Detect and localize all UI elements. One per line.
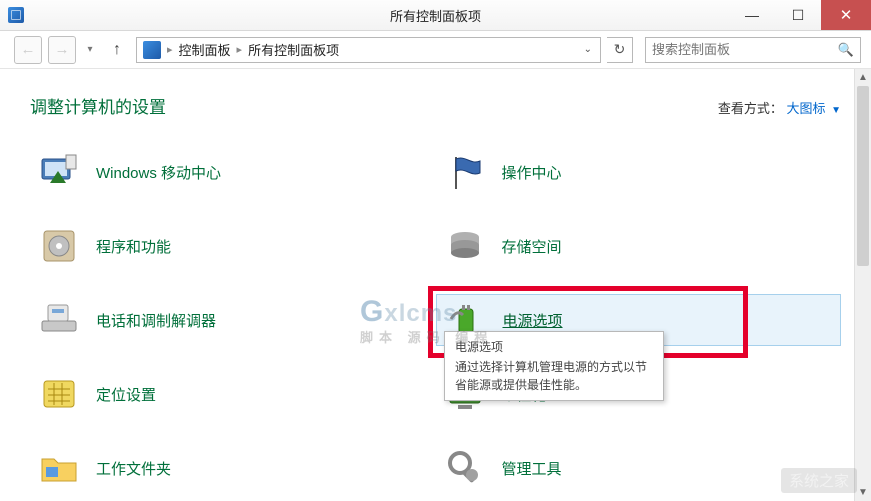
page-heading: 调整计算机的设置: [30, 93, 166, 118]
view-mode: 查看方式： 大图标 ▼: [718, 98, 841, 117]
item-label: 电源选项: [503, 310, 563, 331]
heading-row: 调整计算机的设置 查看方式： 大图标 ▼: [30, 93, 841, 118]
chevron-right-icon[interactable]: ▸: [165, 43, 175, 56]
item-label: Windows 移动中心: [96, 162, 221, 183]
view-mode-label: 查看方式：: [718, 101, 783, 116]
breadcrumb-control-panel[interactable]: 控制面板: [175, 40, 235, 59]
item-programs-features[interactable]: 程序和功能: [30, 220, 436, 272]
item-mobility-center[interactable]: Windows 移动中心: [30, 146, 436, 198]
vertical-scrollbar[interactable]: ▲ ▼: [854, 69, 871, 501]
content-area: 调整计算机的设置 查看方式： 大图标 ▼ Windows 移动中心 程序和功能: [0, 69, 871, 501]
item-label: 程序和功能: [96, 236, 171, 257]
item-label: 操作中心: [502, 162, 562, 183]
item-label: 存储空间: [502, 236, 562, 257]
item-label: 工作文件夹: [96, 458, 171, 479]
close-button[interactable]: ✕: [821, 0, 871, 30]
chevron-right-icon[interactable]: ▸: [235, 43, 245, 56]
tooltip: 电源选项 通过选择计算机管理电源的方式以节省能源或提供最佳性能。: [444, 331, 664, 401]
search-input[interactable]: [652, 42, 838, 57]
history-dropdown-icon[interactable]: ▾: [82, 36, 98, 64]
location-icon: [38, 373, 80, 415]
window-controls: — ☐ ✕: [729, 0, 871, 30]
flag-icon: [444, 151, 486, 193]
up-button[interactable]: ↑: [104, 36, 130, 64]
scroll-down-button[interactable]: ▼: [855, 484, 871, 501]
items-column-right: 操作中心 存储空间 电源选项 个性化: [436, 146, 842, 494]
admin-icon: [444, 447, 486, 489]
phone-icon: [38, 299, 80, 341]
view-mode-value[interactable]: 大图标: [786, 101, 825, 116]
item-label: 定位设置: [96, 384, 156, 405]
programs-icon: [38, 225, 80, 267]
search-box[interactable]: 🔍: [645, 37, 861, 63]
scroll-up-button[interactable]: ▲: [855, 69, 871, 86]
tooltip-title: 电源选项: [455, 338, 653, 356]
back-button[interactable]: ←: [14, 36, 42, 64]
maximize-button[interactable]: ☐: [775, 0, 821, 30]
item-location-settings[interactable]: 定位设置: [30, 368, 436, 420]
item-admin-tools[interactable]: 管理工具: [436, 442, 842, 494]
items-grid: Windows 移动中心 程序和功能 电话和调制解调器 定位设置: [30, 146, 841, 494]
refresh-button[interactable]: ↻: [607, 37, 633, 63]
item-label: 电话和调制解调器: [96, 310, 216, 331]
item-action-center[interactable]: 操作中心: [436, 146, 842, 198]
folder-icon: [38, 447, 80, 489]
items-column-left: Windows 移动中心 程序和功能 电话和调制解调器 定位设置: [30, 146, 436, 494]
item-storage-spaces[interactable]: 存储空间: [436, 220, 842, 272]
address-bar[interactable]: ▸ 控制面板 ▸ 所有控制面板项 ⌄: [136, 37, 601, 63]
forward-button[interactable]: →: [48, 36, 76, 64]
scroll-thumb[interactable]: [857, 86, 869, 266]
mobility-icon: [38, 151, 80, 193]
window-icon: [8, 7, 24, 23]
storage-icon: [444, 225, 486, 267]
window-title: 所有控制面板项: [390, 6, 481, 25]
breadcrumb-all-items[interactable]: 所有控制面板项: [244, 40, 343, 59]
item-phone-modem[interactable]: 电话和调制解调器: [30, 294, 436, 346]
nav-bar: ← → ▾ ↑ ▸ 控制面板 ▸ 所有控制面板项 ⌄ ↻ 🔍: [0, 31, 871, 69]
address-dropdown-icon[interactable]: ⌄: [578, 44, 598, 55]
search-icon[interactable]: 🔍: [838, 42, 854, 58]
item-label: 管理工具: [502, 458, 562, 479]
chevron-down-icon[interactable]: ▼: [831, 105, 841, 116]
minimize-button[interactable]: —: [729, 0, 775, 30]
control-panel-icon: [143, 41, 161, 59]
title-bar: 所有控制面板项 — ☐ ✕: [0, 0, 871, 31]
tooltip-body: 通过选择计算机管理电源的方式以节省能源或提供最佳性能。: [455, 358, 653, 394]
item-work-folders[interactable]: 工作文件夹: [30, 442, 436, 494]
